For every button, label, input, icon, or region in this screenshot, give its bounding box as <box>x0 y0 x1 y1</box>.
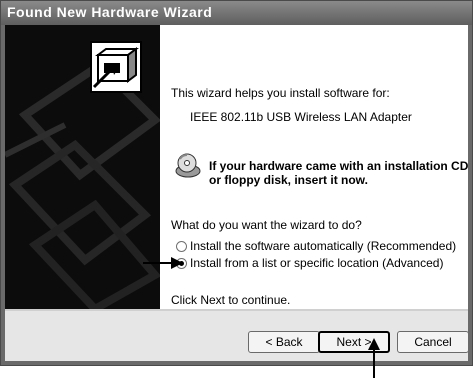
title-bar[interactable]: Found New Hardware Wizard <box>1 1 472 25</box>
wizard-window: Found New Hardware Wizard This wizard he… <box>0 0 473 366</box>
wizard-content: This wizard helps you install software f… <box>169 25 468 309</box>
continue-text: Click Next to continue. <box>171 293 291 307</box>
pointer-arrow-right-icon <box>143 257 183 269</box>
radio-install-auto[interactable] <box>176 241 187 252</box>
intro-text: This wizard helps you install software f… <box>171 86 390 100</box>
cd-message-line2: or floppy disk, insert it now. <box>209 173 368 187</box>
button-bar: < Back Next > Cancel <box>5 311 469 361</box>
window-title: Found New Hardware Wizard <box>7 4 213 20</box>
option-install-auto-label[interactable]: Install the software automatically (Reco… <box>190 239 456 253</box>
cancel-button[interactable]: Cancel <box>397 331 469 353</box>
question-text: What do you want the wizard to do? <box>171 218 362 232</box>
hardware-icon <box>90 41 142 93</box>
cd-message-line1: If your hardware came with an installati… <box>209 159 469 173</box>
device-name: IEEE 802.11b USB Wireless LAN Adapter <box>190 110 412 124</box>
wizard-body: This wizard helps you install software f… <box>5 25 468 309</box>
option-install-list-label[interactable]: Install from a list or specific location… <box>190 256 443 270</box>
pointer-arrow-up-icon <box>368 338 380 378</box>
cd-icon <box>175 152 201 178</box>
wizard-banner <box>5 25 160 309</box>
back-button[interactable]: < Back <box>248 331 320 353</box>
